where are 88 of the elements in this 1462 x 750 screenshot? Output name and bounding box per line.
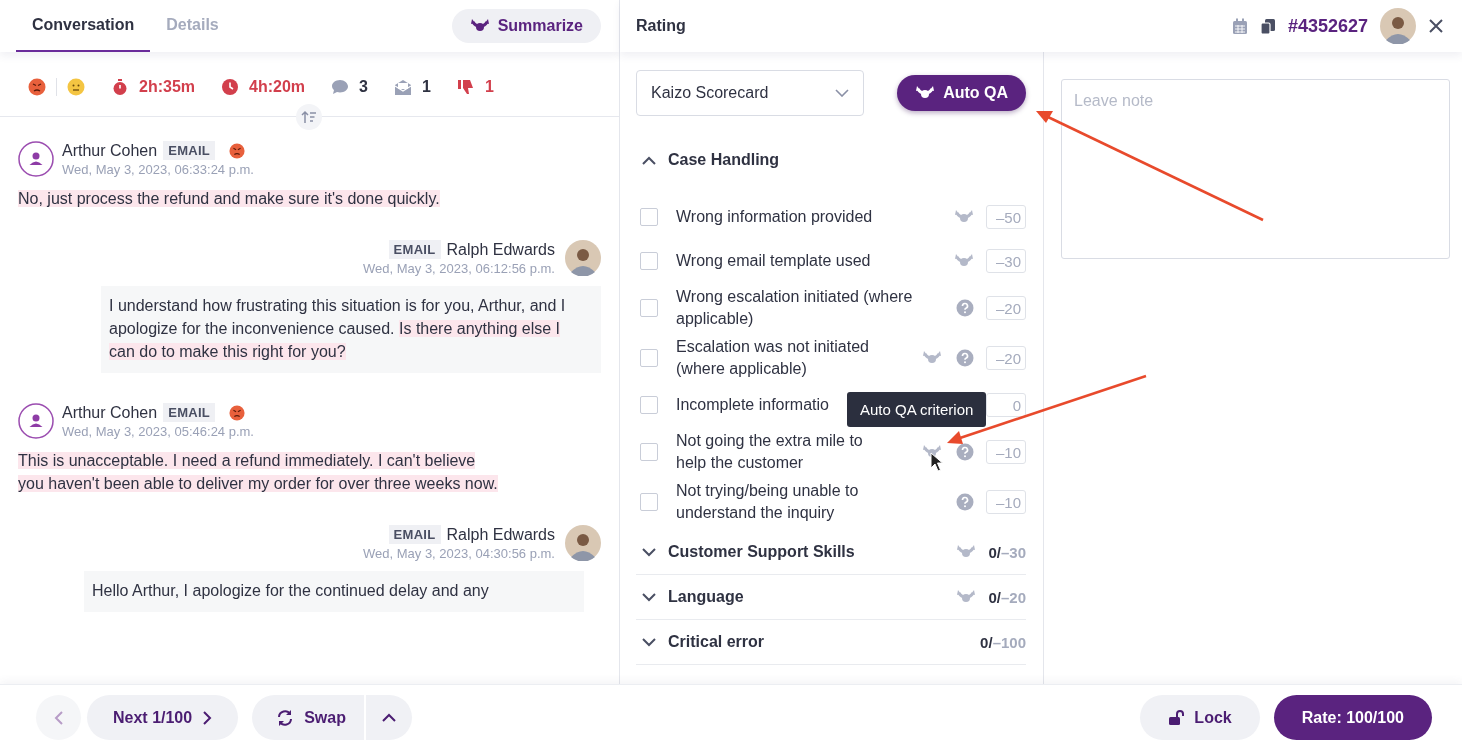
- next-button[interactable]: Next 1/100: [87, 695, 239, 740]
- author-name: Ralph Edwards: [446, 240, 555, 259]
- message-time: Wed, May 3, 2023, 04:30:56 p.m.: [363, 546, 555, 561]
- channel-tag: EMAIL: [163, 141, 216, 160]
- calendar-icon[interactable]: [1231, 17, 1248, 35]
- copy-icon[interactable]: [1259, 17, 1276, 35]
- thumbs-down-icon: [456, 78, 475, 96]
- sort-icon: [301, 110, 317, 124]
- criterion-label: Wrong escalation initiated (where applicable): [676, 287, 914, 329]
- clock-icon: [221, 78, 240, 96]
- metric-value: 1: [484, 78, 494, 96]
- lock-button[interactable]: Lock: [1140, 695, 1260, 740]
- message-bubble: I understand how frustrating this situation is for you, Arthur, and I apologize for the inconvenience caused. Is there anything else I can do to make this right for you?: [101, 286, 601, 373]
- metric-value: 1: [421, 78, 431, 96]
- chevron-down-icon[interactable]: [642, 637, 656, 647]
- panel-title: Rating: [636, 17, 686, 35]
- message-text: This is unacceptable. I need a refund immediately. I can't believe you haven't been able to deliver my order for over three weeks now.: [18, 451, 498, 494]
- angry-emoji-icon: [28, 78, 46, 96]
- section-score: 0/–100: [980, 633, 1026, 651]
- section-title[interactable]: Case Handling: [668, 151, 780, 169]
- avatar-silhouette-icon: [565, 525, 601, 561]
- swap-button[interactable]: Swap: [252, 695, 364, 740]
- conversation-tab[interactable]: Conversation: [16, 0, 151, 52]
- help-icon[interactable]: [956, 299, 974, 317]
- help-icon[interactable]: [956, 443, 974, 461]
- checkbox[interactable]: [640, 208, 658, 226]
- chevron-down-icon: [835, 89, 849, 97]
- channel-tag: EMAIL: [388, 525, 441, 544]
- sort-button[interactable]: [296, 104, 322, 130]
- criterion-label: Incomplete informatio: [676, 395, 829, 415]
- avatar-silhouette-icon: [565, 240, 601, 276]
- author-name: Arthur Cohen: [62, 403, 158, 422]
- unlocked-padlock-icon: [1168, 709, 1185, 726]
- chevron-down-icon[interactable]: [642, 547, 656, 557]
- author-name: Arthur Cohen: [62, 141, 158, 160]
- message-time: Wed, May 3, 2023, 06:33:24 p.m.: [62, 162, 254, 177]
- section-title[interactable]: Critical error: [668, 633, 765, 651]
- ticket-number: #4352627: [1287, 15, 1368, 37]
- chevron-down-icon[interactable]: [642, 592, 656, 602]
- message-time: Wed, May 3, 2023, 05:46:24 p.m.: [62, 424, 254, 439]
- checkbox[interactable]: [640, 396, 658, 414]
- checkbox[interactable]: [640, 252, 658, 270]
- criterion-label: Not trying/being unable to understand the inquiry: [676, 481, 860, 523]
- metric-value: 2h:35m: [139, 78, 196, 96]
- chevron-up-icon: [381, 713, 396, 722]
- checkbox[interactable]: [640, 349, 658, 367]
- section-score: 0/–30: [988, 543, 1026, 561]
- message-text: No, just process the refund and make sure it's done quickly.: [18, 189, 441, 209]
- checkbox[interactable]: [640, 443, 658, 461]
- channel-tag: EMAIL: [163, 403, 216, 422]
- mouse-pointer-icon: [930, 452, 944, 472]
- avatar-silhouette-icon: [1380, 8, 1416, 44]
- scorecard-dropdown[interactable]: Kaizo Scorecard: [636, 70, 864, 116]
- swap-icon: [276, 708, 295, 727]
- metric-value: 4h:20m: [249, 78, 306, 96]
- help-icon[interactable]: [956, 349, 974, 367]
- checkbox[interactable]: [640, 493, 658, 511]
- note-field[interactable]: Leave note: [1061, 79, 1450, 259]
- stopwatch-icon: [111, 78, 129, 96]
- section-title[interactable]: Language: [668, 588, 744, 606]
- summarize-button[interactable]: Summarize: [451, 9, 601, 43]
- criterion-label: Escalation was not initiated (where applicable): [676, 337, 870, 379]
- section-score: 0/–20: [988, 588, 1026, 606]
- close-icon[interactable]: [1428, 18, 1444, 34]
- rate-button[interactable]: Rate: 100/100: [1273, 695, 1432, 740]
- author-name: Ralph Edwards: [446, 525, 555, 544]
- message-bubble: Hello Arthur, I apologize for the continued delay and any: [84, 571, 584, 612]
- message-time: Wed, May 3, 2023, 06:12:56 p.m.: [363, 261, 555, 276]
- criterion-label: Wrong email template used: [676, 251, 871, 271]
- metric-value: 3: [359, 78, 368, 96]
- chevron-left-icon: [53, 710, 64, 725]
- chevron-right-icon: [202, 710, 213, 725]
- help-icon[interactable]: [956, 493, 974, 511]
- checkbox[interactable]: [640, 299, 658, 317]
- chevron-up-icon[interactable]: [642, 155, 656, 165]
- previous-button[interactable]: [36, 695, 81, 740]
- tooltip: Auto QA criterion: [847, 392, 987, 427]
- open-envelope-icon: [393, 78, 412, 96]
- section-title[interactable]: Customer Support Skills: [668, 543, 855, 561]
- criterion-label: Wrong information provided: [676, 207, 873, 227]
- auto-qa-button[interactable]: Auto QA: [897, 75, 1026, 111]
- criterion-label: Not going the extra mile to help the customer: [676, 431, 864, 473]
- user-avatar-icon: [18, 141, 54, 177]
- neutral-emoji-icon: [67, 78, 85, 96]
- expand-button[interactable]: [365, 695, 412, 740]
- chat-bubble-icon: [331, 79, 350, 95]
- channel-tag: EMAIL: [388, 240, 441, 259]
- user-avatar-icon: [18, 403, 54, 439]
